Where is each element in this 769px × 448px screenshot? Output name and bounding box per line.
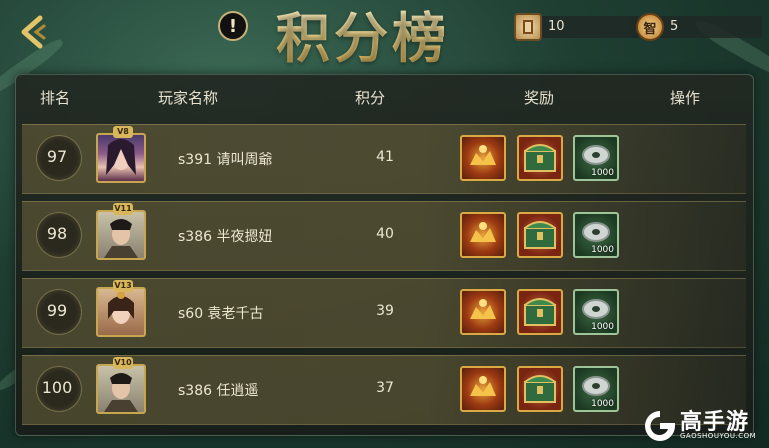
reward-quantity: 1000 [591, 322, 614, 332]
column-header-player-name: 玩家名称 [158, 89, 219, 107]
leaderboard-row: 100 V10 s386 任逍遥 37 1000 [22, 355, 746, 425]
player-score: 39 [376, 303, 394, 319]
player-score: 37 [376, 380, 394, 396]
zhi-coin-counter: 5 [652, 16, 762, 38]
column-header-score: 积分 [355, 89, 386, 107]
player-avatar[interactable] [96, 287, 146, 337]
player-score: 40 [376, 226, 394, 242]
silver-coin-icon[interactable]: 1000 [573, 366, 619, 412]
scroll-token-value: 10 [548, 19, 565, 34]
back-arrow-icon[interactable] [14, 14, 54, 50]
fire-crown-icon[interactable] [460, 212, 506, 258]
player-avatar[interactable] [96, 133, 146, 183]
watermark-logo: 高手游 GAOSHOUYOU.COM [640, 404, 768, 448]
fire-crown-icon[interactable] [460, 289, 506, 335]
leaderboard-row: 99 V13 s60 袁老千古 39 1000 [22, 278, 746, 348]
fire-crown-icon[interactable] [460, 135, 506, 181]
vip-badge: V10 [113, 357, 133, 369]
vip-badge: V11 [113, 203, 133, 215]
leaderboard-row: 97 V8 s391 请叫周爺 41 1000 [22, 124, 746, 194]
rank-value: 97 [46, 147, 68, 166]
page-title: 积分榜 [276, 0, 450, 73]
player-avatar[interactable] [96, 364, 146, 414]
silver-coin-icon[interactable]: 1000 [573, 289, 619, 335]
green-chest-icon[interactable] [517, 212, 563, 258]
column-header-rank: 排名 [40, 89, 71, 107]
reward-quantity: 1000 [591, 245, 614, 255]
rank-value: 99 [46, 301, 68, 320]
gaoshouyou-logo-icon [645, 411, 675, 441]
vip-badge: V8 [113, 126, 133, 138]
column-header-actions: 操作 [670, 89, 701, 107]
reward-quantity: 1000 [591, 399, 614, 409]
column-header-rewards: 奖励 [524, 89, 555, 107]
scroll-token-counter: 10 [530, 16, 640, 38]
watermark-domain: GAOSHOUYOU.COM [680, 432, 757, 440]
info-alert-button[interactable]: ! [218, 11, 248, 41]
vip-badge: V13 [113, 280, 133, 292]
player-name: s60 袁老千古 [178, 306, 264, 322]
reward-quantity: 1000 [591, 168, 614, 178]
leaderboard-row: 98 V11 s386 半夜摁妞 40 1000 [22, 201, 746, 271]
rank-value: 98 [46, 224, 68, 243]
rank-value: 100 [41, 378, 73, 397]
green-chest-icon[interactable] [517, 135, 563, 181]
silver-coin-icon[interactable]: 1000 [573, 212, 619, 258]
fire-crown-icon[interactable] [460, 366, 506, 412]
player-score: 41 [376, 149, 394, 165]
player-avatar[interactable] [96, 210, 146, 260]
zhi-coin-value: 5 [670, 19, 679, 34]
player-name: s386 任逍遥 [178, 383, 259, 399]
scroll-token-icon [514, 13, 542, 41]
silver-coin-icon[interactable]: 1000 [573, 135, 619, 181]
player-name: s386 半夜摁妞 [178, 229, 273, 245]
player-name: s391 请叫周爺 [178, 152, 273, 168]
zhi-coin-icon: 智 [636, 13, 664, 41]
green-chest-icon[interactable] [517, 366, 563, 412]
green-chest-icon[interactable] [517, 289, 563, 335]
